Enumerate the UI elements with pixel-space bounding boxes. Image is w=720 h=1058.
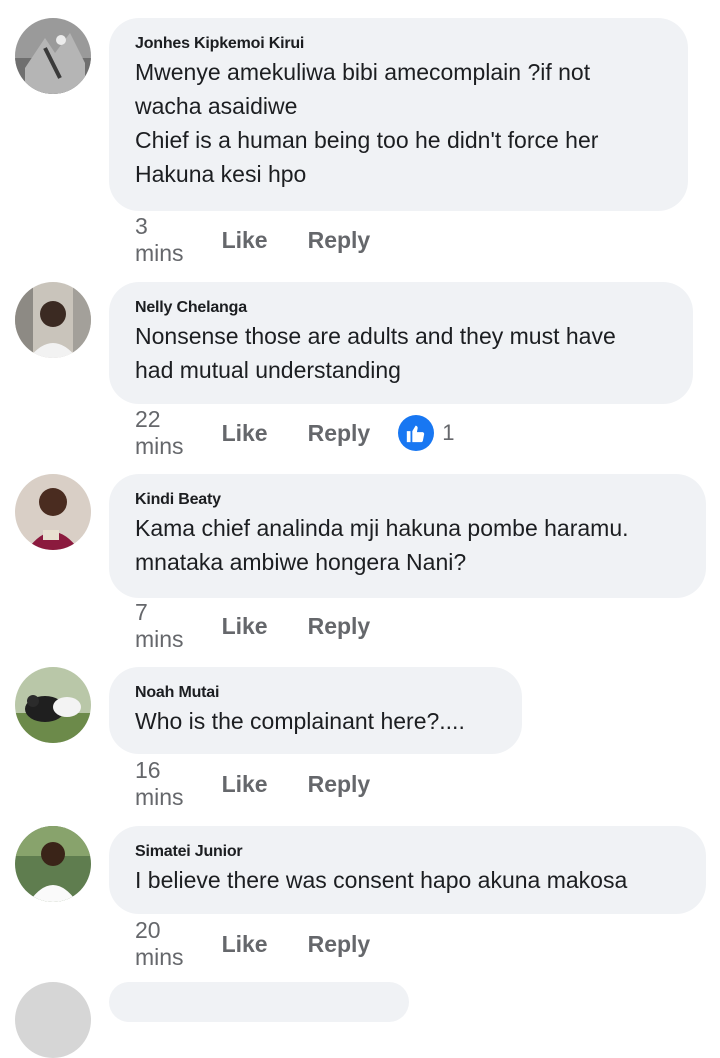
like-button[interactable]: Like — [222, 613, 268, 640]
comment-bubble: Simatei Junior I believe there was conse… — [109, 826, 706, 914]
reply-button[interactable]: Reply — [308, 613, 371, 640]
like-button[interactable]: Like — [222, 771, 268, 798]
reply-button[interactable]: Reply — [308, 931, 371, 958]
comment-author[interactable]: Simatei Junior — [135, 841, 680, 863]
comment-timestamp[interactable]: 16 mins — [135, 757, 184, 811]
comment-actions: 20 mins Like Reply — [135, 917, 410, 970]
like-button[interactable]: Like — [222, 227, 268, 254]
comment-text: Nonsense those are adults and they must … — [135, 323, 616, 383]
comment-bubble: Noah Mutai Who is the complainant here?.… — [109, 667, 522, 754]
comment-actions: 3 mins Like Reply — [135, 213, 410, 266]
next-bubble-partial — [109, 982, 409, 1022]
comment-author[interactable]: Nelly Chelanga — [135, 297, 667, 319]
comment-timestamp[interactable]: 7 mins — [135, 599, 184, 653]
comment-text: Who is the complainant here?.... — [135, 708, 465, 734]
like-icon — [398, 415, 435, 451]
like-button[interactable]: Like — [222, 931, 268, 958]
reply-button[interactable]: Reply — [308, 420, 371, 447]
reply-button[interactable]: Reply — [308, 771, 371, 798]
reply-button[interactable]: Reply — [308, 227, 371, 254]
reaction-summary[interactable]: 1 — [398, 415, 454, 451]
comment-author[interactable]: Noah Mutai — [135, 682, 496, 704]
comment-timestamp[interactable]: 20 mins — [135, 917, 184, 971]
comment-bubble: Nelly Chelanga Nonsense those are adults… — [109, 282, 693, 404]
next-avatar-partial — [15, 982, 91, 1058]
comment-text: I believe there was consent hapo akuna m… — [135, 867, 628, 893]
comment-text: Kama chief analinda mji hakuna pombe har… — [135, 515, 629, 575]
comment-actions: 22 mins Like Reply 1 — [135, 406, 454, 459]
avatar[interactable] — [15, 474, 91, 550]
comment-bubble: Kindi Beaty Kama chief analinda mji haku… — [109, 474, 706, 598]
comment-text: Mwenye amekuliwa bibi amecomplain ?if no… — [135, 59, 599, 187]
avatar[interactable] — [15, 282, 91, 358]
comment-timestamp[interactable]: 3 mins — [135, 213, 184, 267]
avatar[interactable] — [15, 826, 91, 902]
like-button[interactable]: Like — [222, 420, 268, 447]
comment-author[interactable]: Kindi Beaty — [135, 489, 680, 511]
avatar[interactable] — [15, 667, 91, 743]
comment-author[interactable]: Jonhes Kipkemoi Kirui — [135, 33, 662, 55]
comment-actions: 7 mins Like Reply — [135, 599, 410, 652]
avatar[interactable] — [15, 18, 91, 94]
comment-actions: 16 mins Like Reply — [135, 757, 410, 810]
comment-bubble: Jonhes Kipkemoi Kirui Mwenye amekuliwa b… — [109, 18, 688, 211]
comment-timestamp[interactable]: 22 mins — [135, 406, 184, 460]
reaction-count: 1 — [442, 420, 455, 445]
